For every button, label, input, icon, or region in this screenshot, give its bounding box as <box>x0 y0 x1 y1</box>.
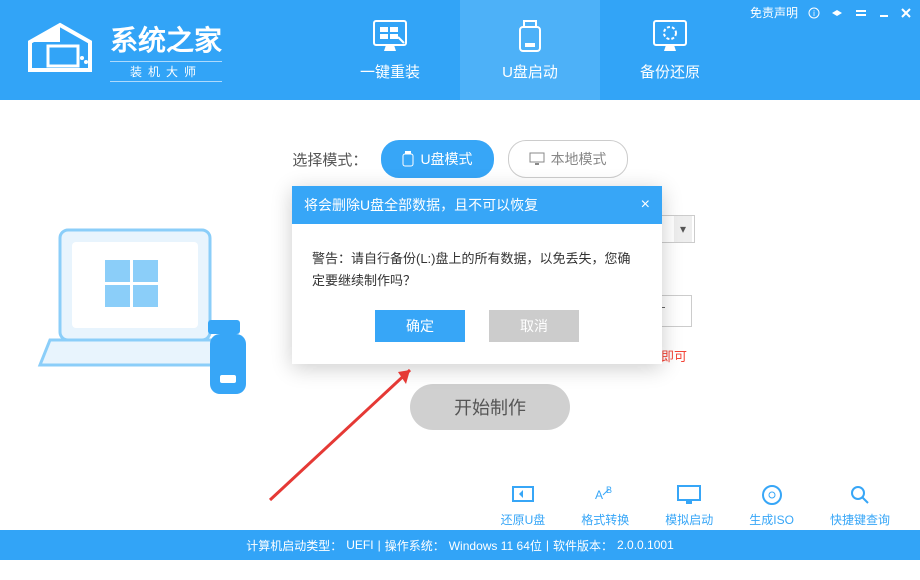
modal-close-icon[interactable]: × <box>641 196 650 214</box>
format-icon: AB <box>591 483 619 507</box>
mode-selector: 选择模式： U盘模式 本地模式 <box>0 100 920 178</box>
sep2: | <box>546 538 549 552</box>
monitor-small-icon <box>529 152 545 166</box>
main-area: 选择模式： U盘模式 本地模式 ) 26.91GB ▾ exFAT 认配置即可 … <box>0 100 920 530</box>
reinstall-icon <box>370 19 410 55</box>
logo-area: 系统之家 装机大师 <box>0 19 222 82</box>
confirm-modal: 将会删除U盘全部数据，且不可以恢复 × 警告：请自行备份(L:)盘上的所有数据，… <box>292 186 662 364</box>
nav-reinstall[interactable]: 一键重装 <box>320 0 460 100</box>
cancel-button[interactable]: 取消 <box>489 310 579 342</box>
tool-format-label: 格式转换 <box>581 511 629 528</box>
sep1: | <box>378 538 381 552</box>
dropdown-arrow-icon: ▾ <box>674 216 692 242</box>
start-create-button[interactable]: 开始制作 <box>410 384 570 430</box>
main-nav: 一键重装 U盘启动 备份还原 <box>320 0 740 100</box>
restore-usb-icon <box>509 483 537 507</box>
modal-body: 警告：请自行备份(L:)盘上的所有数据，以免丢失，您确定要继续制作吗？ <box>292 224 662 310</box>
svg-text:A: A <box>595 488 603 502</box>
app-header: 系统之家 装机大师 一键重装 U盘启动 备份还原 免责声明 i <box>0 0 920 100</box>
version-label: 软件版本： <box>553 537 613 554</box>
mode-label: 选择模式： <box>292 149 367 170</box>
status-bar: 计算机启动类型： UEFI | 操作系统： Windows 11 64位 | 软… <box>0 530 920 560</box>
svg-text:B: B <box>606 485 612 495</box>
cancel-label: 取消 <box>520 316 548 336</box>
start-btn-label: 开始制作 <box>454 394 526 420</box>
tool-restore-usb[interactable]: 还原U盘 <box>501 483 546 528</box>
os-value: Windows 11 64位 <box>449 537 542 554</box>
svg-text:i: i <box>813 9 815 18</box>
shortcut-icon <box>846 483 874 507</box>
nav-usb-boot-label: U盘启动 <box>502 61 558 82</box>
boot-type-value: UEFI <box>346 538 373 552</box>
version-value: 2.0.0.1001 <box>617 538 674 552</box>
nav-usb-boot[interactable]: U盘启动 <box>460 0 600 100</box>
os-label: 操作系统： <box>385 537 445 554</box>
local-mode-label: 本地模式 <box>551 149 607 169</box>
confirm-button[interactable]: 确定 <box>375 310 465 342</box>
logo-subtitle: 装机大师 <box>110 61 222 82</box>
minimize-icon[interactable] <box>878 7 890 19</box>
nav-backup[interactable]: 备份还原 <box>600 0 740 100</box>
close-icon[interactable] <box>900 7 912 19</box>
tool-format-convert[interactable]: AB 格式转换 <box>581 483 629 528</box>
settings-icon[interactable] <box>854 7 868 19</box>
usb-icon <box>510 19 550 55</box>
modal-title: 将会删除U盘全部数据，且不可以恢复 <box>304 195 538 215</box>
tool-shortcut-label: 快捷键查询 <box>830 511 890 528</box>
backup-icon <box>650 19 690 55</box>
tool-simulate-boot[interactable]: 模拟启动 <box>665 483 713 528</box>
tool-restore-label: 还原U盘 <box>501 511 546 528</box>
bottom-toolbar: 还原U盘 AB 格式转换 模拟启动 生成ISO 快捷键查询 <box>501 483 890 528</box>
tool-generate-iso[interactable]: 生成ISO <box>749 483 794 528</box>
simulate-icon <box>675 483 703 507</box>
laptop-usb-illustration <box>30 220 260 410</box>
info-icon[interactable]: i <box>808 7 820 19</box>
modal-header: 将会删除U盘全部数据，且不可以恢复 × <box>292 186 662 224</box>
window-controls: 免责声明 i <box>750 4 912 21</box>
tool-simulate-label: 模拟启动 <box>665 511 713 528</box>
modal-footer: 确定 取消 <box>292 310 662 364</box>
nav-backup-label: 备份还原 <box>640 61 700 82</box>
tool-iso-label: 生成ISO <box>749 511 794 528</box>
hat-icon[interactable] <box>830 7 844 19</box>
local-mode-button[interactable]: 本地模式 <box>508 140 628 178</box>
nav-reinstall-label: 一键重装 <box>360 61 420 82</box>
usb-mode-button[interactable]: U盘模式 <box>381 140 493 178</box>
confirm-label: 确定 <box>406 316 434 336</box>
annotation-arrow <box>260 350 440 510</box>
tool-shortcut-query[interactable]: 快捷键查询 <box>830 483 890 528</box>
disclaimer-link[interactable]: 免责声明 <box>750 4 798 21</box>
logo-title: 系统之家 <box>110 19 222 59</box>
app-logo-icon <box>20 20 100 80</box>
boot-type-label: 计算机启动类型： <box>246 537 342 554</box>
usb-small-icon <box>402 151 414 167</box>
usb-mode-label: U盘模式 <box>420 149 472 169</box>
iso-icon <box>758 483 786 507</box>
